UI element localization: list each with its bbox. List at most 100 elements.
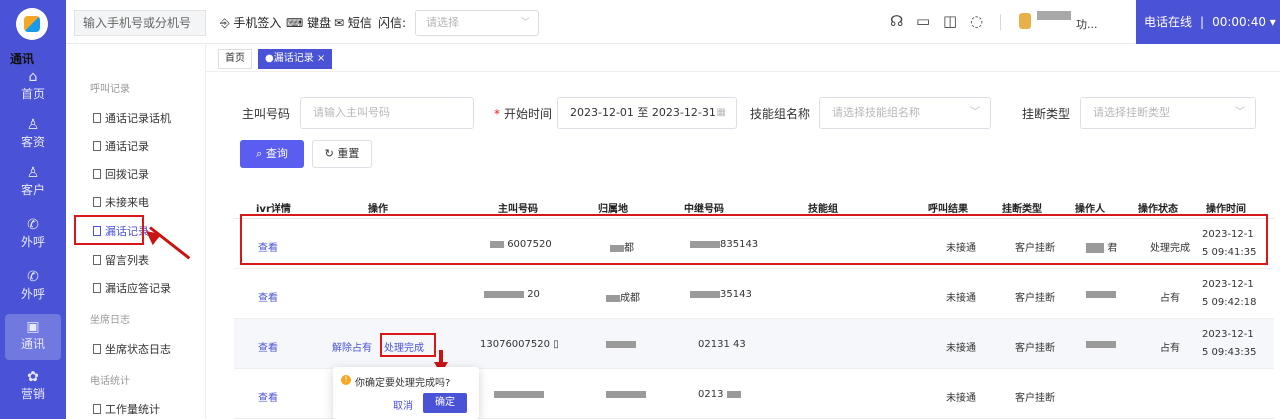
- skill-group-select[interactable]: 请选择技能组名称 ﹀: [819, 97, 991, 129]
- trunk-value: 35143: [720, 289, 752, 300]
- caller-cell: [494, 389, 544, 400]
- sms-label: 短信: [347, 16, 372, 30]
- divider: [1000, 14, 1001, 30]
- rail-item-customers[interactable]: ♙ 客户: [0, 160, 66, 206]
- doc-icon: [93, 169, 101, 179]
- tab-home[interactable]: 首页: [218, 49, 252, 69]
- subnav-group-phone-stats: 电话统计: [90, 376, 130, 387]
- confirm-button[interactable]: 确定: [423, 393, 467, 413]
- monitor-icon[interactable]: ▭: [916, 12, 930, 30]
- doc-icon: [93, 255, 101, 265]
- caller-input[interactable]: 请输入主叫号码: [300, 97, 474, 129]
- subnav-item-label: 回拨记录: [105, 168, 149, 181]
- users-icon: ♙: [26, 117, 40, 133]
- home-icon: ⌂: [28, 69, 38, 85]
- subnav-item-missed-answer[interactable]: 漏话应答记录: [93, 280, 171, 296]
- col-header-result: 呼叫结果: [928, 204, 968, 215]
- redacted: [726, 390, 741, 398]
- subnav-item-label: 漏话应答记录: [105, 282, 171, 295]
- subnav-item-call-records[interactable]: 通话记录: [93, 138, 149, 154]
- tab-bar: 首页 ●漏话记录 ×: [206, 44, 1280, 72]
- tab-missed-records[interactable]: ●漏话记录 ×: [258, 49, 333, 69]
- keyboard-button[interactable]: ⌨ 键盘: [286, 14, 331, 31]
- hangup-cell: 客户挂断: [1015, 343, 1055, 354]
- rail-item-marketing[interactable]: ✿ 营销: [0, 364, 66, 410]
- phone-out-icon: ✆: [27, 269, 39, 285]
- trunk-cell: 02131 43: [698, 339, 746, 350]
- col-header-ivr: ivr详情: [256, 204, 291, 215]
- col-header-region: 归属地: [598, 204, 628, 215]
- status-label: 电话在线: [1144, 15, 1193, 29]
- result-cell: 未接通: [946, 293, 976, 304]
- chat-icon[interactable]: ◌: [970, 12, 983, 30]
- hangup-type-placeholder: 请选择挂断类型: [1093, 106, 1170, 119]
- subnav-item-agent-status-log[interactable]: 坐席状态日志: [93, 341, 171, 357]
- redacted: [606, 294, 620, 302]
- query-button[interactable]: ⌕ 查询: [240, 140, 304, 168]
- redacted: [606, 390, 646, 398]
- rail-item-outbound[interactable]: ✆ 外呼: [0, 212, 66, 258]
- reset-button[interactable]: ↻ 重置: [312, 140, 372, 168]
- hangup-cell: 客户挂断: [1015, 393, 1055, 404]
- subnav-item-messages[interactable]: 留言列表: [93, 252, 149, 268]
- col-header-operator: 操作人: [1075, 204, 1105, 215]
- caller-value: 20: [527, 289, 540, 300]
- subnav-item-callback-records[interactable]: 回拨记录: [93, 166, 149, 182]
- caller-cell: 13076007520 ▯: [480, 339, 559, 350]
- skill-group-placeholder: 请选择技能组名称: [832, 106, 920, 119]
- date-range-input[interactable]: 2023-12-01 至 2023-12-31 ▦: [557, 97, 737, 129]
- doc-icon: [93, 197, 101, 207]
- trunk-cell: 0213: [698, 389, 741, 400]
- flash-select[interactable]: 请选择 ﹀: [415, 10, 539, 36]
- col-header-skill: 技能组: [808, 204, 838, 215]
- chevron-down-icon: ﹀: [970, 107, 980, 118]
- subnav-item-call-records-phone[interactable]: 通话记录话机: [93, 110, 171, 126]
- caller-value: 13076007520: [480, 339, 550, 350]
- user-name[interactable]: 功...: [1076, 16, 1098, 32]
- rail-item-comm[interactable]: ▣ 通讯: [0, 314, 66, 360]
- phone-number-input[interactable]: 输入手机号或分机号: [74, 10, 206, 36]
- calendar-icon: ▦: [716, 107, 726, 118]
- skill-group-label: 技能组名称: [750, 107, 811, 121]
- operator-cell: [1086, 339, 1116, 350]
- rail-item-outbound-2[interactable]: ✆ 外呼: [0, 264, 66, 310]
- subnav-item-label: 坐席状态日志: [105, 343, 171, 356]
- chevron-down-icon: ﹀: [1235, 107, 1245, 118]
- subnav-group-agent-logs: 坐席日志: [90, 315, 130, 326]
- trunk-value: 0213: [698, 389, 724, 400]
- result-cell: 未接通: [946, 343, 976, 354]
- flash-label: 闪信:: [378, 16, 407, 30]
- book-icon[interactable]: ◫: [943, 12, 957, 30]
- headset-icon[interactable]: ☊: [890, 12, 903, 30]
- phone-status-button[interactable]: 电话在线 | 00:00:40 ▾: [1136, 0, 1280, 44]
- release-hold-button[interactable]: 解除占有: [332, 339, 372, 354]
- reset-label: 重置: [337, 147, 360, 160]
- rail-label: 客资: [20, 135, 45, 149]
- status-cell: 占有: [1160, 343, 1180, 354]
- redacted: [1086, 290, 1116, 298]
- phone-icon[interactable]: ▯: [553, 339, 559, 350]
- region-cell: [606, 339, 636, 350]
- view-detail-link[interactable]: 查看: [258, 389, 278, 404]
- cancel-button[interactable]: 取消: [393, 397, 413, 412]
- view-detail-link[interactable]: 查看: [258, 339, 278, 354]
- status-cell: 占有: [1160, 293, 1180, 304]
- hangup-type-select[interactable]: 请选择挂断类型 ﹀: [1080, 97, 1256, 129]
- rail-item-leads[interactable]: ♙ 客资: [0, 112, 66, 158]
- sign-in-button[interactable]: ⎆ 手机签入: [220, 14, 281, 31]
- subnav-item-label: 留言列表: [105, 254, 149, 267]
- time-clock: 5 09:43:35: [1202, 347, 1257, 358]
- avatar[interactable]: [1019, 13, 1031, 29]
- col-header-time: 操作时间: [1206, 204, 1246, 215]
- sign-in-label: 手机签入: [233, 16, 282, 30]
- redacted: [606, 340, 636, 348]
- view-detail-link[interactable]: 查看: [258, 289, 278, 304]
- rail-item-home[interactable]: ⌂ 首页: [0, 64, 66, 110]
- rail-label: 客户: [20, 183, 45, 197]
- date-range-value: 2023-12-01 至 2023-12-31: [570, 106, 716, 119]
- doc-icon: [93, 344, 101, 354]
- subnav-item-missed-calls[interactable]: 未接来电: [93, 194, 149, 210]
- sms-button[interactable]: ✉ 短信: [334, 14, 372, 31]
- col-header-caller: 主叫号码: [498, 204, 538, 215]
- subnav-item-workload[interactable]: 工作量统计: [93, 401, 160, 417]
